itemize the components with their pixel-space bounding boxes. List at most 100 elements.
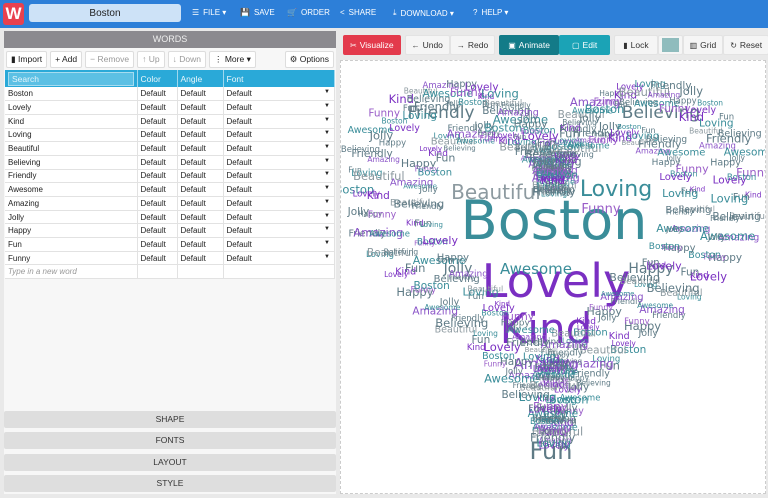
cloud-word[interactable]: Jolly (439, 297, 460, 308)
color-cell[interactable]: Default (137, 155, 178, 170)
lock-button[interactable]: ▮ Lock (614, 35, 658, 55)
reset-button[interactable]: ↻ Reset (723, 35, 768, 55)
cloud-word[interactable]: Loving (420, 221, 443, 229)
visualize-button[interactable]: ✂ Visualize (343, 35, 401, 55)
words-header[interactable]: WORDS (4, 31, 336, 48)
word-row[interactable]: Boston Default Default Default ▼ (5, 87, 335, 102)
font-cell[interactable]: Default ▼ (223, 182, 335, 197)
word-cell[interactable]: Loving (5, 128, 138, 143)
word-cloud-canvas[interactable]: Boston Lovely Kind Fun Loving Beautiful Believ… (334, 60, 768, 494)
cloud-word[interactable]: Jolly (541, 427, 558, 436)
cloud-word[interactable]: Kind (494, 300, 509, 308)
cloud-word[interactable]: Kind (609, 331, 630, 342)
cloud-word[interactable]: Awesome (500, 260, 572, 278)
cloud-word[interactable]: Funny (589, 303, 613, 312)
angle-cell[interactable]: Default (177, 100, 224, 115)
color-cell[interactable]: Default (137, 210, 178, 225)
cloud-word[interactable]: Beautiful (467, 285, 503, 294)
color-swatch-button[interactable] (657, 35, 683, 55)
angle-cell[interactable]: Default (177, 223, 224, 239)
cloud-word[interactable]: Fun (642, 258, 660, 269)
redo-button[interactable]: → Redo (449, 35, 496, 55)
cloud-word[interactable]: Boston (530, 417, 559, 427)
word-row[interactable]: Funny Default Default Default ▼ (5, 251, 335, 266)
add-button[interactable]: + Add (50, 51, 83, 68)
menu-share[interactable]: < SHARE (340, 8, 376, 17)
title-input[interactable] (29, 4, 181, 22)
font-cell[interactable]: Default ▼ (223, 196, 335, 211)
angle-cell[interactable]: Default (177, 237, 224, 252)
menu-save[interactable]: 💾 SAVE (240, 8, 275, 17)
word-cell[interactable]: Amazing (5, 196, 138, 211)
color-cell[interactable]: Default (137, 169, 178, 184)
cloud-word[interactable]: Loving (580, 177, 652, 202)
angle-cell[interactable]: Default (177, 155, 224, 170)
undo-button[interactable]: ← Undo (404, 35, 450, 55)
cloud-word[interactable]: Friendly (532, 185, 576, 198)
cloud-word[interactable]: Awesome (656, 222, 709, 235)
font-cell[interactable]: Default ▼ (223, 237, 335, 252)
new-word-input[interactable]: Type in a new word (5, 264, 138, 280)
color-cell[interactable]: Default (137, 87, 178, 102)
font-cell[interactable]: Default ▼ (223, 210, 335, 225)
word-row[interactable]: Believing Default Default Default ▼ (5, 155, 335, 170)
up-button[interactable]: ↑ Up (137, 51, 165, 68)
angle-cell[interactable]: Default (177, 210, 224, 225)
cloud-word[interactable]: Happy (437, 253, 469, 264)
font-cell[interactable]: Default ▼ (223, 128, 335, 143)
angle-cell[interactable]: Default (177, 169, 224, 184)
grid-button[interactable]: ▥ Grid (682, 35, 724, 55)
color-cell[interactable]: Default (137, 196, 178, 211)
word-cell[interactable]: Lovely (5, 100, 138, 115)
color-cell[interactable]: Default (137, 223, 178, 239)
cloud-word[interactable]: Lovely (713, 175, 747, 187)
cloud-word[interactable]: Awesome (601, 290, 635, 298)
app-logo[interactable]: W (3, 3, 24, 25)
shape-section[interactable]: SHAPE (4, 411, 336, 428)
cloud-word[interactable]: Funny (624, 317, 650, 327)
menu-order[interactable]: 🛒 ORDER (287, 8, 330, 17)
color-cell[interactable]: Default (137, 182, 178, 197)
new-word-row[interactable]: Type in a new word (5, 264, 335, 280)
cloud-word[interactable]: Lovely (422, 234, 458, 247)
word-cell[interactable]: Kind (5, 114, 138, 129)
word-cell[interactable]: Beautiful (5, 141, 138, 156)
font-cell[interactable]: Default ▼ (223, 155, 335, 170)
word-cell[interactable]: Jolly (5, 210, 138, 225)
menu-help[interactable]: ? HELP ▾ (473, 8, 508, 17)
font-cell[interactable]: Default ▼ (223, 251, 335, 266)
cloud-word[interactable]: Loving (662, 187, 698, 200)
cloud-word[interactable]: Funny (581, 202, 620, 217)
cloud-word[interactable]: Lovely (659, 172, 691, 183)
cloud-word[interactable]: Lovely (389, 123, 420, 134)
cloud-word[interactable]: Funny (368, 210, 397, 221)
cloud-word[interactable]: Boston (649, 242, 680, 252)
menu-file[interactable]: ☰ FILE ▾ (192, 8, 226, 17)
more-button[interactable]: ⋮ More ▾ (208, 51, 256, 68)
color-cell[interactable]: Default (137, 141, 178, 156)
word-row[interactable]: Beautiful Default Default Default ▼ (5, 141, 335, 156)
cloud-word[interactable]: Friendly (666, 208, 694, 216)
options-button[interactable]: ⚙ Options (284, 51, 334, 68)
menu-download[interactable]: ⤓ DOWNLOAD ▾ (393, 8, 454, 18)
font-cell[interactable]: Default ▼ (223, 169, 335, 184)
remove-button[interactable]: − Remove (85, 51, 135, 68)
down-button[interactable]: ↓ Down (167, 51, 206, 68)
cloud-word[interactable]: Kind (576, 317, 596, 327)
word-row[interactable]: Friendly Default Default Default ▼ (5, 169, 335, 184)
cloud-word[interactable]: Awesome (369, 229, 410, 239)
word-cell[interactable]: Happy (5, 223, 138, 239)
word-row[interactable]: Awesome Default Default Default ▼ (5, 182, 335, 197)
cloud-word[interactable]: Awesome (657, 148, 705, 159)
cloud-word[interactable]: Happy (539, 373, 565, 382)
cloud-word[interactable]: Kind (367, 190, 390, 202)
cloud-word[interactable]: Friendly (710, 214, 740, 223)
word-cell[interactable]: Fun (5, 237, 138, 252)
angle-column-header[interactable]: Angle (177, 70, 224, 87)
angle-cell[interactable]: Default (177, 182, 224, 197)
color-cell[interactable]: Default (137, 128, 178, 143)
color-column-header[interactable]: Color (137, 70, 178, 87)
font-cell[interactable]: Default ▼ (223, 100, 335, 115)
animate-button[interactable]: ▣ Animate (499, 35, 559, 55)
cloud-word[interactable]: Amazing (367, 155, 400, 164)
